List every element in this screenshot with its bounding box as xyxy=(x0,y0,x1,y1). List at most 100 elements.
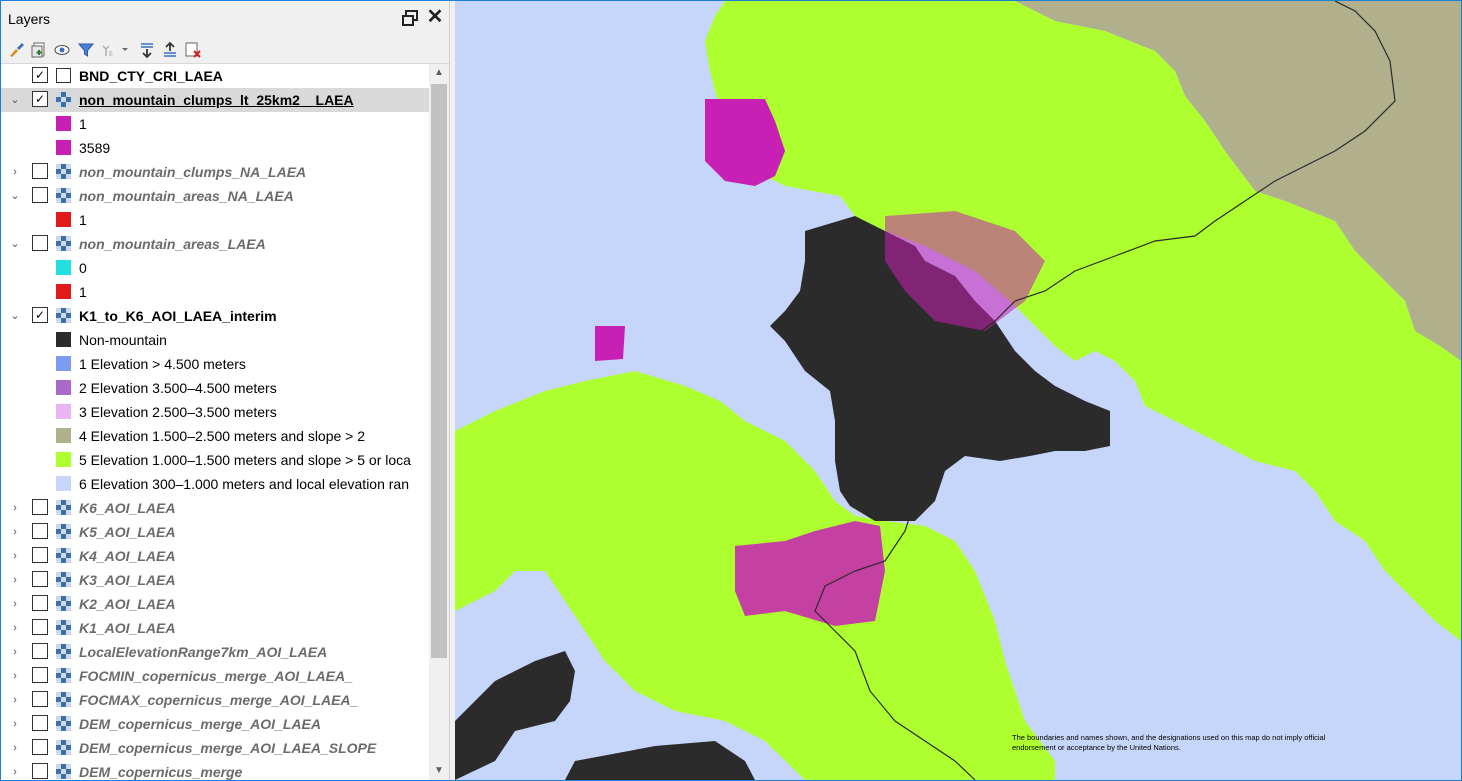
close-icon[interactable]: ✕ xyxy=(426,7,444,27)
layer-name[interactable]: K1_AOI_LAEA xyxy=(79,619,175,637)
raster-layer-icon xyxy=(56,188,71,203)
layer-name[interactable]: DEM_copernicus_merge_AOI_LAEA xyxy=(79,715,321,733)
non-mountain-southwest xyxy=(455,651,575,780)
layer-row[interactable]: › K5_AOI_LAEA xyxy=(1,520,429,544)
undock-icon[interactable] xyxy=(401,9,419,27)
layer-name[interactable]: FOCMIN_copernicus_merge_AOI_LAEA_ xyxy=(79,667,353,685)
legend-label: 4 Elevation 1.500–2.500 meters and slope… xyxy=(79,428,366,444)
map-canvas[interactable]: The boundaries and names shown, and the … xyxy=(455,1,1461,780)
layer-visibility-checkbox[interactable] xyxy=(32,643,48,659)
layer-visibility-checkbox[interactable] xyxy=(32,763,48,779)
layer-visibility-checkbox[interactable] xyxy=(32,691,48,707)
layer-name[interactable]: non_mountain_clumps_NA_LAEA xyxy=(79,163,306,181)
expand-chevron-icon[interactable]: › xyxy=(9,549,21,563)
legend-label: 1 xyxy=(79,284,87,300)
expand-chevron-icon[interactable]: › xyxy=(9,645,21,659)
legend-item: 6 Elevation 300–1.000 meters and local e… xyxy=(1,472,429,496)
layer-visibility-checkbox[interactable] xyxy=(32,715,48,731)
layer-name[interactable]: non_mountain_areas_NA_LAEA xyxy=(79,187,294,205)
layer-visibility-checkbox[interactable]: ✓ xyxy=(32,67,48,83)
layer-row[interactable]: ⌄ ✓ K1_to_K6_AOI_LAEA_interim xyxy=(1,304,429,328)
layer-row[interactable]: ⌄ non_mountain_areas_NA_LAEA xyxy=(1,184,429,208)
collapse-all-icon[interactable] xyxy=(161,41,179,59)
expand-chevron-icon[interactable]: › xyxy=(9,525,21,539)
layer-name[interactable]: non_mountain_clumps_lt_25km2__LAEA xyxy=(79,91,354,109)
legend-label: 6 Elevation 300–1.000 meters and local e… xyxy=(79,476,409,492)
layer-visibility-checkbox[interactable]: ✓ xyxy=(32,307,48,323)
layer-row[interactable]: › non_mountain_clumps_NA_LAEA xyxy=(1,160,429,184)
expand-chevron-icon[interactable]: › xyxy=(9,669,21,683)
layer-visibility-checkbox[interactable] xyxy=(32,619,48,635)
layer-tree: ✓ BND_CTY_CRI_LAEA ⌄ ✓ non_mountain_clumps_l… xyxy=(1,64,429,780)
layer-visibility-checkbox[interactable]: ✓ xyxy=(32,91,48,107)
layer-name[interactable]: DEM_copernicus_merge_AOI_LAEA_SLOPE xyxy=(79,739,376,757)
expand-chevron-icon[interactable]: › xyxy=(9,693,21,707)
layer-row[interactable]: › K1_AOI_LAEA xyxy=(1,616,429,640)
layer-row[interactable]: › K2_AOI_LAEA xyxy=(1,592,429,616)
expand-chevron-icon[interactable]: › xyxy=(9,621,21,635)
scroll-down-icon[interactable]: ▼ xyxy=(429,762,449,780)
layer-row[interactable]: › FOCMAX_copernicus_merge_AOI_LAEA_ xyxy=(1,688,429,712)
expand-chevron-icon[interactable]: › xyxy=(9,597,21,611)
layer-row[interactable]: › K4_AOI_LAEA xyxy=(1,544,429,568)
layer-visibility-checkbox[interactable] xyxy=(32,595,48,611)
legend-swatch xyxy=(56,140,71,155)
layer-row[interactable]: ✓ BND_CTY_CRI_LAEA xyxy=(1,64,429,88)
layer-visibility-checkbox[interactable] xyxy=(32,187,48,203)
layer-row[interactable]: › LocalElevationRange7km_AOI_LAEA xyxy=(1,640,429,664)
expand-chevron-icon[interactable]: › xyxy=(9,573,21,587)
layer-name[interactable]: K4_AOI_LAEA xyxy=(79,547,175,565)
legend-label: 1 xyxy=(79,212,87,228)
layer-name[interactable]: K1_to_K6_AOI_LAEA_interim xyxy=(79,307,277,325)
layer-visibility-checkbox[interactable] xyxy=(32,739,48,755)
layer-row[interactable]: ⌄ ✓ non_mountain_clumps_lt_25km2__LAEA xyxy=(1,88,429,112)
layer-visibility-checkbox[interactable] xyxy=(32,547,48,563)
legend-item: 1 xyxy=(1,112,429,136)
expand-all-icon[interactable] xyxy=(138,41,156,59)
layer-visibility-checkbox[interactable] xyxy=(32,667,48,683)
style-brush-icon[interactable] xyxy=(7,41,25,59)
scrollbar-thumb[interactable] xyxy=(431,84,447,658)
expand-chevron-icon[interactable]: › xyxy=(9,765,21,779)
layer-row[interactable]: › DEM_copernicus_merge_AOI_LAEA xyxy=(1,712,429,736)
collapse-chevron-icon[interactable]: ⌄ xyxy=(9,237,21,251)
layer-visibility-checkbox[interactable] xyxy=(32,571,48,587)
filter-icon[interactable] xyxy=(77,41,95,59)
remove-layer-icon[interactable] xyxy=(184,41,202,59)
layer-name[interactable]: BND_CTY_CRI_LAEA xyxy=(79,67,223,85)
expand-chevron-icon[interactable]: › xyxy=(9,717,21,731)
expand-chevron-icon[interactable]: › xyxy=(9,501,21,515)
layer-name[interactable]: LocalElevationRange7km_AOI_LAEA xyxy=(79,643,327,661)
layer-row[interactable]: › FOCMIN_copernicus_merge_AOI_LAEA_ xyxy=(1,664,429,688)
scroll-up-icon[interactable]: ▲ xyxy=(429,64,449,82)
collapse-chevron-icon[interactable]: ⌄ xyxy=(9,93,21,107)
layer-name[interactable]: K3_AOI_LAEA xyxy=(79,571,175,589)
layer-name[interactable]: non_mountain_areas_LAEA xyxy=(79,235,266,253)
layer-row[interactable]: › DEM_copernicus_merge xyxy=(1,760,429,780)
legend-swatch xyxy=(56,284,71,299)
visibility-eye-icon[interactable] xyxy=(53,41,71,59)
add-group-icon[interactable] xyxy=(30,41,48,59)
layer-row[interactable]: › DEM_copernicus_merge_AOI_LAEA_SLOPE xyxy=(1,736,429,760)
layer-name[interactable]: DEM_copernicus_merge xyxy=(79,763,242,780)
layer-name[interactable]: K2_AOI_LAEA xyxy=(79,595,175,613)
layer-row[interactable]: ⌄ non_mountain_areas_LAEA xyxy=(1,232,429,256)
layer-tree-scrollbar[interactable]: ▲ ▼ xyxy=(429,64,449,780)
layer-name[interactable]: K6_AOI_LAEA xyxy=(79,499,175,517)
layer-visibility-checkbox[interactable] xyxy=(32,499,48,515)
map-raster xyxy=(455,1,1461,780)
raster-layer-icon xyxy=(56,692,71,707)
expression-filter-icon[interactable]: ε xyxy=(100,41,130,59)
layer-row[interactable]: › K3_AOI_LAEA xyxy=(1,568,429,592)
layer-name[interactable]: K5_AOI_LAEA xyxy=(79,523,175,541)
layer-visibility-checkbox[interactable] xyxy=(32,235,48,251)
raster-layer-icon xyxy=(56,92,71,107)
expand-chevron-icon[interactable]: › xyxy=(9,741,21,755)
collapse-chevron-icon[interactable]: ⌄ xyxy=(9,189,21,203)
layer-name[interactable]: FOCMAX_copernicus_merge_AOI_LAEA_ xyxy=(79,691,358,709)
layer-visibility-checkbox[interactable] xyxy=(32,163,48,179)
layer-row[interactable]: › K6_AOI_LAEA xyxy=(1,496,429,520)
collapse-chevron-icon[interactable]: ⌄ xyxy=(9,309,21,323)
expand-chevron-icon[interactable]: › xyxy=(9,165,21,179)
layer-visibility-checkbox[interactable] xyxy=(32,523,48,539)
